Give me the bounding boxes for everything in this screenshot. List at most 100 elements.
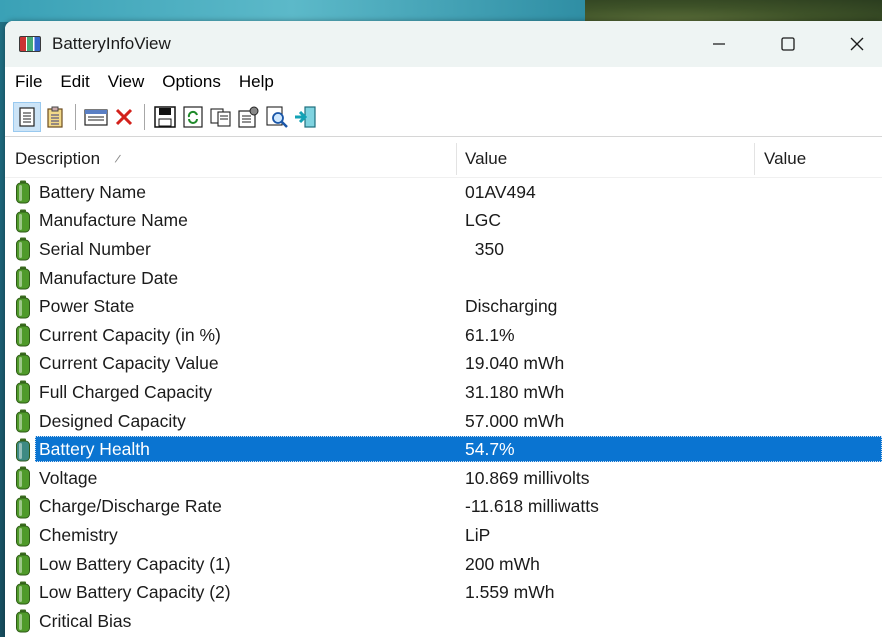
find-button[interactable] [263, 102, 291, 132]
list-item[interactable]: Battery Name 01AV494 [5, 178, 882, 207]
column-header-label: Description [15, 149, 101, 168]
list-rows: Battery Name 01AV494 Manufacture Name LGC Se… [5, 178, 882, 636]
close-button[interactable] [822, 21, 882, 67]
refresh-button[interactable] [179, 102, 207, 132]
description-cell: Low Battery Capacity (2) [15, 581, 233, 605]
list-item[interactable]: Chemistry LiP [5, 521, 882, 550]
properties-button[interactable] [235, 102, 263, 132]
battery-icon [16, 409, 30, 433]
save-button[interactable] [151, 102, 179, 132]
minimize-button[interactable] [684, 21, 754, 67]
desktop-wallpaper [0, 0, 585, 22]
sort-ascending-icon: / [113, 151, 122, 167]
list-item[interactable]: Manufacture Name LGC [5, 207, 882, 236]
battery-log-mode-icon [47, 106, 63, 128]
exit-button[interactable] [291, 102, 319, 132]
description-cell: Manufacture Date [15, 266, 180, 290]
battery-icon [16, 180, 30, 204]
battery-icon [16, 237, 30, 261]
list-item[interactable]: Power State Discharging [5, 292, 882, 321]
description-cell: Low Battery Capacity (1) [15, 552, 233, 576]
description-label: Current Capacity (in %) [39, 324, 221, 345]
toolbar [5, 97, 882, 137]
value-cell: LiP [465, 524, 491, 545]
description-label: Critical Bias [39, 610, 132, 631]
copy-button[interactable] [207, 102, 235, 132]
battery-info-mode-icon [19, 106, 35, 127]
list-item[interactable]: Charge/Discharge Rate -11.618 milliwatts [5, 493, 882, 522]
minimize-icon [713, 43, 725, 45]
battery-icon [16, 438, 30, 462]
description-cell: Charge/Discharge Rate [15, 495, 224, 519]
description-label: Designed Capacity [39, 410, 186, 431]
list-item[interactable]: Battery Health 54.7% [5, 435, 882, 464]
description-label: Full Charged Capacity [39, 381, 213, 402]
title-bar[interactable]: BatteryInfoView [5, 21, 882, 67]
list-item[interactable]: Low Battery Capacity (2) 1.559 mWh [5, 578, 882, 607]
description-label: Battery Health [39, 439, 150, 460]
menu-view[interactable]: View [99, 72, 154, 92]
battery-icon [16, 266, 30, 290]
list-item[interactable]: Critical Bias [5, 607, 882, 636]
battery-info-list[interactable]: Description / Value Value Battery Name 01… [5, 140, 882, 637]
column-divider[interactable] [754, 143, 755, 175]
toolbar-separator [75, 103, 76, 130]
battery-icon [16, 295, 30, 319]
html-report-icon [84, 108, 108, 126]
list-item[interactable]: Voltage 10.869 millivolts [5, 464, 882, 493]
description-label: Manufacture Name [39, 210, 188, 231]
battery-icon [16, 380, 30, 404]
value-cell: 350 [465, 238, 504, 259]
list-item[interactable]: Full Charged Capacity 31.180 mWh [5, 378, 882, 407]
column-header-value[interactable]: Value [465, 140, 745, 178]
column-header-description[interactable]: Description / [15, 140, 455, 178]
list-item[interactable]: Designed Capacity 57.000 mWh [5, 407, 882, 436]
delete-button[interactable] [110, 102, 138, 132]
menu-help[interactable]: Help [230, 72, 283, 92]
properties-icon [238, 106, 259, 128]
list-item[interactable]: Low Battery Capacity (1) 200 mWh [5, 550, 882, 579]
column-divider[interactable] [456, 143, 457, 175]
description-cell: Current Capacity (in %) [15, 323, 223, 347]
value-cell: 01AV494 [465, 181, 536, 202]
menu-options[interactable]: Options [153, 72, 230, 92]
desktop-wallpaper-rock [585, 0, 882, 22]
battery-icon [16, 523, 30, 547]
menu-edit[interactable]: Edit [51, 72, 98, 92]
maximize-button[interactable] [753, 21, 823, 67]
battery-info-mode-button[interactable] [13, 101, 41, 132]
html-report-button[interactable] [82, 102, 110, 132]
column-header-label: Value [465, 149, 508, 168]
description-label: Charge/Discharge Rate [39, 496, 222, 517]
battery-icon [16, 209, 30, 233]
description-cell: Full Charged Capacity [15, 380, 214, 404]
description-cell: Battery Health [15, 438, 152, 462]
value-cell: 61.1% [465, 324, 515, 345]
value-cell: 19.040 mWh [465, 353, 565, 374]
list-header: Description / Value Value [5, 140, 882, 178]
description-label: Low Battery Capacity (2) [39, 582, 231, 603]
delete-icon [115, 108, 133, 125]
description-label: Manufacture Date [39, 267, 179, 288]
menu-file[interactable]: File [5, 72, 51, 92]
description-cell: Serial Number [15, 237, 153, 261]
value-cell: 31.180 mWh [465, 381, 565, 402]
list-item[interactable]: Serial Number 350 [5, 235, 882, 264]
description-label: Power State [39, 296, 135, 317]
description-label: Battery Name [39, 181, 146, 202]
list-item[interactable]: Manufacture Date [5, 264, 882, 293]
toolbar-separator [144, 103, 145, 130]
value-cell: 54.7% [465, 439, 515, 460]
value-cell: 57.000 mWh [465, 410, 565, 431]
description-cell: Chemistry [15, 523, 120, 547]
save-icon [154, 105, 176, 128]
list-item[interactable]: Current Capacity (in %) 61.1% [5, 321, 882, 350]
maximize-icon [781, 37, 795, 51]
column-header-value-2[interactable]: Value [764, 140, 882, 178]
list-item[interactable]: Current Capacity Value 19.040 mWh [5, 350, 882, 379]
description-label: Low Battery Capacity (1) [39, 553, 231, 574]
battery-icon [16, 495, 30, 519]
menu-bar: File Edit View Options Help [5, 67, 882, 97]
battery-log-mode-button[interactable] [41, 102, 69, 132]
refresh-icon [183, 105, 203, 128]
